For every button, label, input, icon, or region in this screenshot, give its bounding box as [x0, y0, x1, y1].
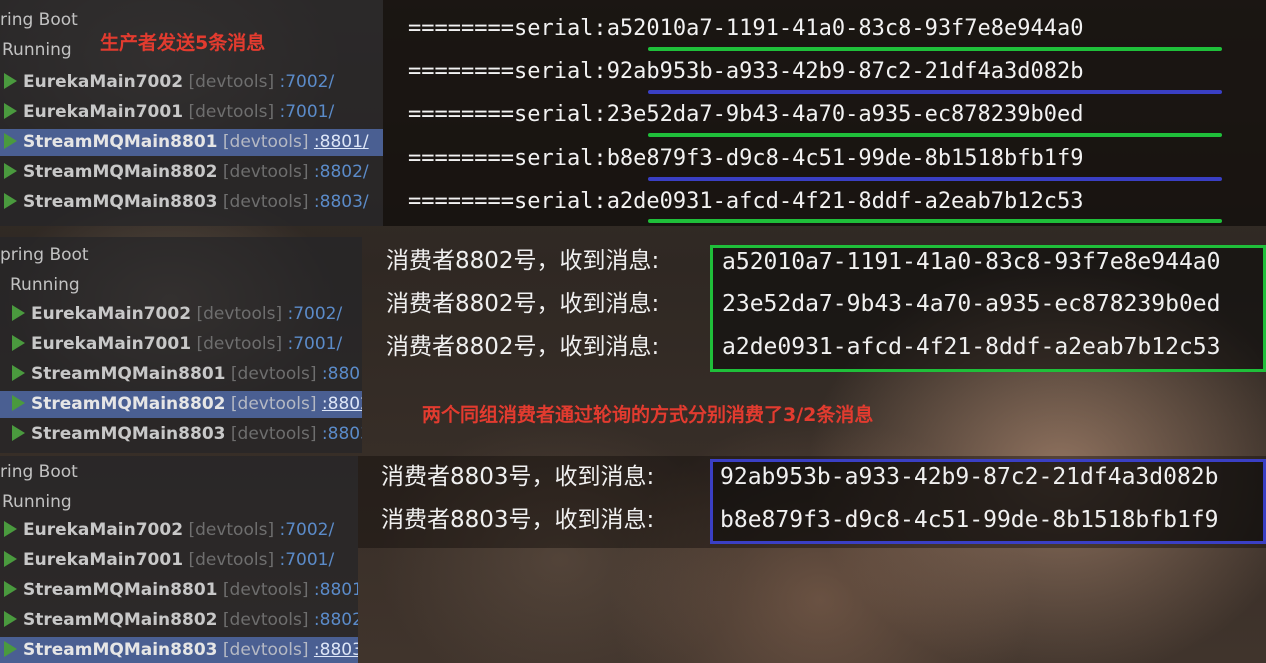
run-status-icon: [4, 641, 17, 657]
run-config-stream-8801[interactable]: StreamMQMain8801 [devtools] :8801/: [0, 129, 383, 156]
consumer-8803-message: b8e879f3-d9c8-4c51-99de-8b1518bfb1f9: [720, 507, 1219, 533]
run-status-icon: [12, 425, 25, 441]
run-config-stream-8803[interactable]: StreamMQMain8803 [devtools] :8803/: [4, 189, 369, 216]
running-group-label: Running: [2, 40, 72, 60]
run-config-stream-8801[interactable]: StreamMQMain8801 [devtools] :8801/: [12, 361, 362, 388]
serial-underline-green: [648, 219, 1222, 223]
port-link[interactable]: :8803/: [314, 640, 358, 660]
running-group-label: Running: [2, 492, 72, 512]
port-link[interactable]: :8801/: [314, 580, 358, 600]
spring-boot-header: ring Boot: [0, 10, 78, 30]
port-link[interactable]: :8802/: [314, 162, 369, 182]
run-config-stream-8803[interactable]: StreamMQMain8803 [devtools] :8803/: [12, 421, 362, 448]
run-panel-3: ring Boot Running EurekaMain7002 [devtoo…: [0, 456, 358, 663]
run-config-eureka-7001[interactable]: EurekaMain7001 [devtools] :7001/: [12, 331, 342, 358]
summary-annotation: 两个同组消费者通过轮询的方式分别消费了3/2条消息: [422, 404, 874, 426]
run-status-icon: [4, 611, 17, 627]
port-link[interactable]: :8803/: [314, 192, 369, 212]
spring-boot-header: ring Boot: [0, 462, 78, 482]
run-config-eureka-7002[interactable]: EurekaMain7002 [devtools] :7002/: [4, 69, 334, 96]
serial-line: ========serial:92ab953b-a933-42b9-87c2-2…: [408, 59, 1084, 84]
serial-line: ========serial:a2de0931-afcd-4f21-8ddf-a…: [408, 189, 1084, 214]
serial-line: ========serial:b8e879f3-d9c8-4c51-99de-8…: [408, 146, 1084, 171]
port-link[interactable]: :7001/: [279, 550, 334, 570]
run-config-stream-8802[interactable]: StreamMQMain8802 [devtools] :8802/: [0, 391, 362, 418]
port-link[interactable]: :7002/: [279, 72, 334, 92]
run-status-icon: [4, 133, 17, 149]
run-config-eureka-7001[interactable]: EurekaMain7001 [devtools] :7001/: [4, 547, 334, 574]
run-config-eureka-7002[interactable]: EurekaMain7002 [devtools] :7002/: [12, 301, 342, 328]
consumer-8802-line: 消费者8802号，收到消息:: [386, 248, 660, 274]
run-config-stream-8803[interactable]: StreamMQMain8803 [devtools] :8803/: [0, 637, 358, 663]
run-status-icon: [4, 163, 17, 179]
serial-underline-green: [648, 47, 1222, 51]
serial-line: ========serial:a52010a7-1191-41a0-83c8-9…: [408, 16, 1084, 41]
serial-underline-blue: [648, 177, 1222, 181]
serial-line: ========serial:23e52da7-9b43-4a70-a935-e…: [408, 102, 1084, 127]
serial-underline-green: [648, 133, 1222, 137]
port-link[interactable]: :8803/: [322, 424, 362, 444]
run-status-icon: [4, 193, 17, 209]
port-link[interactable]: :7002/: [279, 520, 334, 540]
serial-underline-blue: [648, 90, 1222, 94]
run-config-stream-8802[interactable]: StreamMQMain8802 [devtools] :8802/: [4, 607, 358, 634]
producer-annotation: 生产者发送5条消息: [100, 32, 266, 54]
port-link[interactable]: :8801/: [314, 132, 369, 152]
consumer-8803-message: 92ab953b-a933-42b9-87c2-21df4a3d082b: [720, 464, 1219, 490]
port-link[interactable]: :8801/: [322, 364, 362, 384]
port-link[interactable]: :8802/: [314, 610, 358, 630]
run-config-eureka-7002[interactable]: EurekaMain7002 [devtools] :7002/: [4, 517, 334, 544]
run-status-icon: [12, 335, 25, 351]
run-status-icon: [12, 395, 25, 411]
run-panel-2: pring Boot Running EurekaMain7002 [devto…: [0, 237, 362, 453]
port-link[interactable]: :7002/: [287, 304, 342, 324]
run-status-icon: [4, 73, 17, 89]
run-config-stream-8802[interactable]: StreamMQMain8802 [devtools] :8802/: [4, 159, 369, 186]
run-status-icon: [12, 365, 25, 381]
consumer-8802-line: 消费者8802号，收到消息:: [386, 291, 660, 317]
port-link[interactable]: :8802/: [322, 394, 362, 414]
spring-boot-header: pring Boot: [0, 245, 89, 265]
run-status-icon: [4, 103, 17, 119]
consumer-8803-line: 消费者8803号，收到消息:: [381, 464, 655, 490]
consumer-8803-line: 消费者8803号，收到消息:: [381, 507, 655, 533]
running-group-label: Running: [10, 275, 80, 295]
run-status-icon: [4, 581, 17, 597]
run-config-stream-8801[interactable]: StreamMQMain8801 [devtools] :8801/: [4, 577, 358, 604]
run-status-icon: [4, 551, 17, 567]
consumer-8802-line: 消费者8802号，收到消息:: [386, 334, 660, 360]
run-config-eureka-7001[interactable]: EurekaMain7001 [devtools] :7001/: [4, 99, 334, 126]
consumer-8802-message: a52010a7-1191-41a0-83c8-93f7e8e944a0: [722, 249, 1221, 275]
port-link[interactable]: :7001/: [279, 102, 334, 122]
run-status-icon: [12, 305, 25, 321]
consumer-8802-message: 23e52da7-9b43-4a70-a935-ec878239b0ed: [722, 291, 1221, 317]
consumer-8802-message: a2de0931-afcd-4f21-8ddf-a2eab7b12c53: [722, 334, 1221, 360]
run-status-icon: [4, 521, 17, 537]
port-link[interactable]: :7001/: [287, 334, 342, 354]
